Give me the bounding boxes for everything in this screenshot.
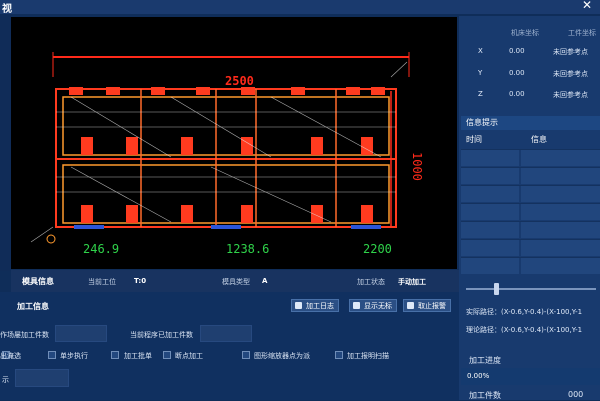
actual-path: 实际路径：(X-0.6,Y-0.4)-(X-100,Y-1	[466, 308, 583, 316]
check-label-4: 图形缩放器点为派	[254, 352, 310, 360]
info-columns: 时间 信息	[461, 131, 600, 145]
target-count-field[interactable]	[55, 325, 107, 342]
checkbox[interactable]	[48, 351, 56, 359]
current-tool-value: T:0	[134, 277, 147, 285]
dim-bottom-2: 1238.6	[226, 242, 269, 256]
mold-type-value: A	[262, 277, 268, 285]
document-icon	[295, 302, 302, 309]
col-info: 信息	[531, 135, 547, 144]
processing-title: 加工信息	[17, 302, 49, 311]
info-panel-header: 信息提示	[461, 116, 600, 130]
check-label-0: 出淹选	[0, 352, 21, 360]
checkbox[interactable]	[111, 351, 119, 359]
checkbox[interactable]	[335, 351, 343, 359]
check-label-3: 断点加工	[175, 352, 203, 360]
upper-frame	[62, 96, 390, 156]
count-value: 000	[568, 390, 584, 399]
info-row	[461, 149, 600, 166]
machine-z: 0.00	[509, 90, 525, 98]
path-slider-handle[interactable]	[494, 283, 499, 295]
info-row	[461, 239, 600, 256]
info-row	[461, 257, 600, 274]
hint-label: 示	[2, 376, 9, 384]
drawing-canvas[interactable]: 2500 1000 246.9 1238.6 2200	[11, 17, 457, 269]
done-count-field[interactable]	[200, 325, 252, 342]
arrow-icon	[353, 302, 360, 309]
log-button[interactable]: 加工日志	[291, 299, 339, 312]
check-label-1: 单步执行	[60, 352, 88, 360]
col-machine: 机床坐标	[511, 29, 539, 37]
theory-path: 理论路径：(X-0.6,Y-0.4)-(X-100,Y-1	[466, 326, 583, 334]
current-tool-label: 当前工位	[88, 278, 116, 286]
info-row	[461, 167, 600, 184]
dim-bottom-1: 246.9	[83, 242, 119, 256]
check-label-2: 加工批单	[124, 352, 152, 360]
info-row	[461, 203, 600, 220]
coordinate-table: 机床坐标 工件坐标 X 0.00 未回参考点 Y 0.00 未回参考点 Z 0.…	[461, 20, 600, 110]
count-label: 加工件数	[469, 391, 501, 400]
close-icon[interactable]: ✕	[582, 0, 592, 12]
stop-icon	[407, 302, 414, 309]
machine-x: 0.00	[509, 47, 525, 55]
progress-value: 0.00%	[467, 372, 490, 380]
dim-bottom-3: 2200	[363, 242, 392, 256]
dim-top-label: 2500	[225, 74, 254, 88]
window-title: 视	[2, 4, 12, 15]
checkbox[interactable]	[242, 351, 250, 359]
dim-line-top	[53, 56, 409, 58]
info-row	[461, 221, 600, 238]
show-button[interactable]: 显示无标	[349, 299, 397, 312]
mold-info-title: 模具信息	[22, 277, 54, 286]
work-x: 未回参考点	[553, 48, 588, 56]
drawing-svg: 2500 1000 246.9 1238.6 2200	[30, 52, 424, 256]
mold-type-label: 模具类型	[222, 278, 250, 286]
stop-alarm-button[interactable]: 取止报警	[403, 299, 451, 312]
hint-field[interactable]	[15, 369, 69, 387]
col-time: 时间	[466, 135, 482, 144]
axis-x: X	[478, 47, 483, 55]
origin-icon	[46, 234, 56, 244]
title-bar	[0, 0, 600, 14]
done-count-label: 当前程序已加工件数	[130, 331, 193, 339]
left-edge-panel	[0, 14, 11, 271]
work-z: 未回参考点	[553, 91, 588, 99]
progress-bar: 0.00%	[461, 368, 600, 385]
check-label-5: 加工报明扫描	[347, 352, 389, 360]
dim-right-label: 1000	[410, 152, 424, 181]
target-count-label: 作场屡加工件数	[0, 331, 49, 339]
col-work: 工件坐标	[568, 29, 596, 37]
machine-y: 0.00	[509, 69, 525, 77]
status-value: 手动加工	[398, 278, 426, 286]
info-row	[461, 185, 600, 202]
work-y: 未回参考点	[553, 70, 588, 78]
axis-z: Z	[478, 90, 483, 98]
axis-y: Y	[478, 69, 483, 77]
status-label: 加工状态	[357, 278, 385, 286]
checkbox[interactable]	[163, 351, 171, 359]
path-slider-track[interactable]	[466, 288, 596, 290]
progress-label: 加工进度	[469, 356, 501, 365]
